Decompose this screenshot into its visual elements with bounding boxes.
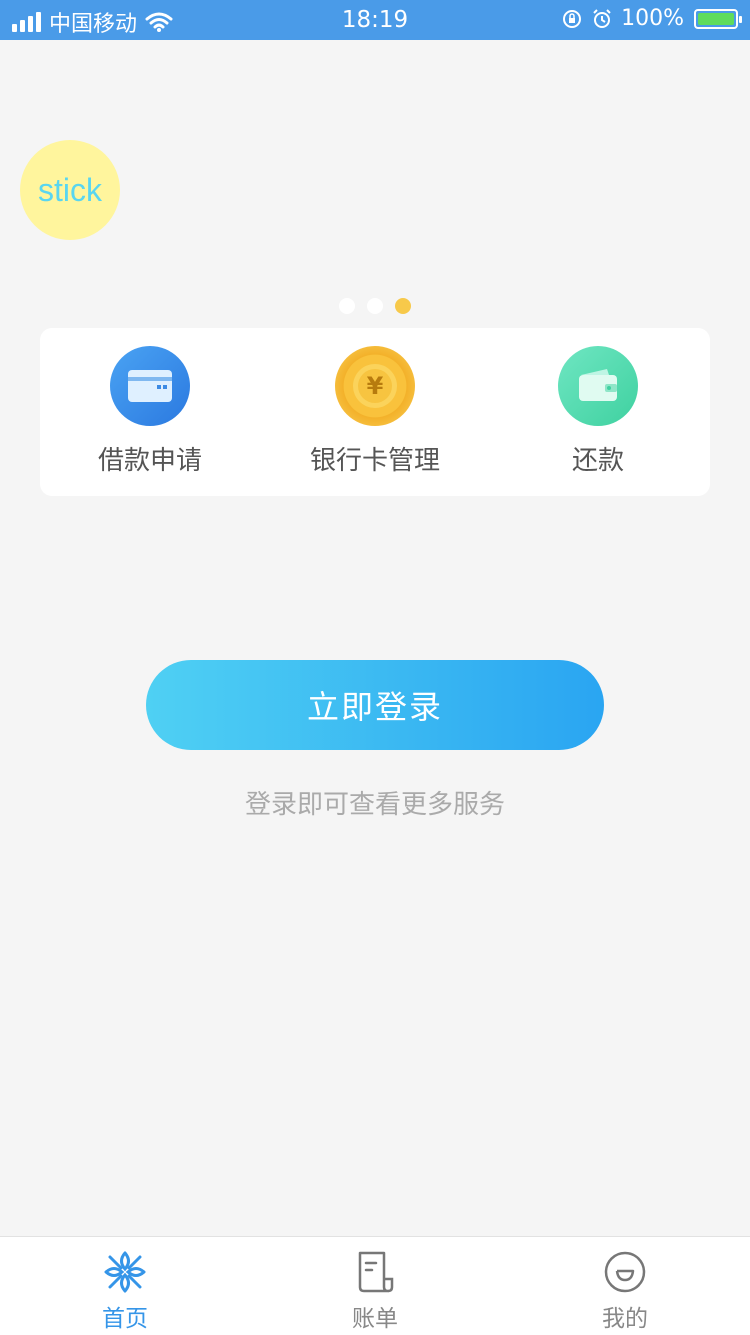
login-button[interactable]: 立即登录 bbox=[146, 660, 604, 750]
smile-face-icon bbox=[604, 1251, 646, 1293]
battery-icon bbox=[694, 8, 742, 29]
carousel-dot[interactable] bbox=[339, 298, 355, 314]
menu-item-label: 还款 bbox=[571, 446, 624, 476]
login-hint: 登录即可查看更多服务 bbox=[244, 790, 505, 820]
svg-text:¥: ¥ bbox=[367, 372, 384, 400]
yen-coin-icon: ¥ bbox=[335, 346, 415, 426]
stick-label: stick bbox=[38, 171, 102, 208]
tab-label: 我的 bbox=[602, 1306, 648, 1332]
home-snowflake-icon bbox=[104, 1251, 146, 1293]
rotation-lock-icon bbox=[563, 9, 582, 28]
tab-bar: 首页 账单 我的 bbox=[0, 1236, 750, 1335]
tab-home[interactable]: 首页 bbox=[0, 1249, 250, 1333]
menu-item-repay[interactable]: 还款 bbox=[498, 346, 698, 477]
menu-item-label: 借款申请 bbox=[97, 446, 202, 476]
quick-menu-card: 借款申请 ¥ 银行卡管理 还款 bbox=[40, 328, 710, 496]
wallet-icon bbox=[558, 346, 638, 426]
alarm-icon bbox=[593, 8, 611, 28]
tab-label: 首页 bbox=[102, 1306, 148, 1332]
menu-item-label: 银行卡管理 bbox=[309, 446, 440, 476]
tab-mine[interactable]: 我的 bbox=[500, 1249, 750, 1333]
tab-bill[interactable]: 账单 bbox=[250, 1249, 500, 1333]
carousel-indicator bbox=[0, 298, 750, 314]
carousel-dot-active[interactable] bbox=[395, 298, 411, 314]
battery-percent: 100% bbox=[621, 6, 684, 31]
carousel-dot[interactable] bbox=[367, 298, 383, 314]
stick-badge[interactable]: stick bbox=[20, 140, 120, 240]
card-icon bbox=[110, 346, 190, 426]
tab-label: 账单 bbox=[352, 1306, 398, 1332]
bill-icon bbox=[358, 1251, 394, 1293]
menu-item-bank-card[interactable]: ¥ 银行卡管理 bbox=[275, 346, 475, 477]
status-bar: 中国移动 18:19 100% bbox=[0, 0, 750, 40]
menu-item-loan-apply[interactable]: 借款申请 bbox=[50, 346, 250, 477]
status-right: 100% bbox=[561, 6, 742, 31]
